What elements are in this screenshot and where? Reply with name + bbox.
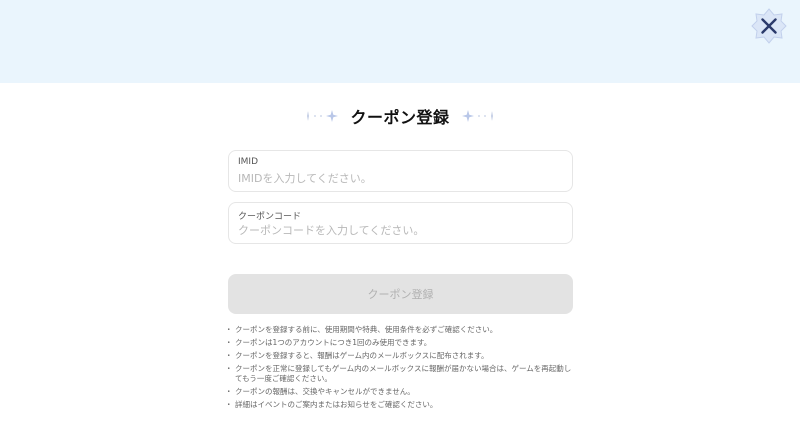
register-coupon-button[interactable]: クーポン登録 [228, 274, 573, 314]
note-item: クーポンを登録すると、報酬はゲーム内のメールボックスに配布されます。 [225, 351, 577, 361]
note-item: クーポンの報酬は、交換やキャンセルができません。 [225, 387, 577, 397]
note-item: クーポンは1つのアカウントにつき1回のみ使用できます。 [225, 338, 577, 348]
note-item: 詳細はイベントのご案内またはお知らせをご確認ください。 [225, 400, 577, 410]
sparkle-right-icon [461, 110, 493, 122]
imid-field[interactable]: IMID [228, 150, 573, 192]
note-item: クーポンを正常に登録してもゲーム内のメールボックスに報酬が届かない場合は、ゲーム… [225, 364, 577, 384]
close-icon [751, 8, 787, 44]
close-button[interactable] [751, 8, 787, 44]
notes-list: クーポンを登録する前に、使用期間や特典、使用条件を必ずご確認ください。 クーポン… [225, 325, 577, 413]
title-row: クーポン登録 [0, 100, 800, 132]
imid-label: IMID [238, 157, 259, 167]
note-item: クーポンを登録する前に、使用期間や特典、使用条件を必ずご確認ください。 [225, 325, 577, 335]
page-title: クーポン登録 [350, 108, 450, 127]
sparkle-left-icon [307, 110, 339, 122]
coupon-code-input[interactable] [238, 221, 558, 239]
coupon-code-field[interactable]: クーポンコード [228, 202, 573, 244]
header-band [0, 0, 800, 83]
imid-input[interactable] [238, 169, 558, 187]
